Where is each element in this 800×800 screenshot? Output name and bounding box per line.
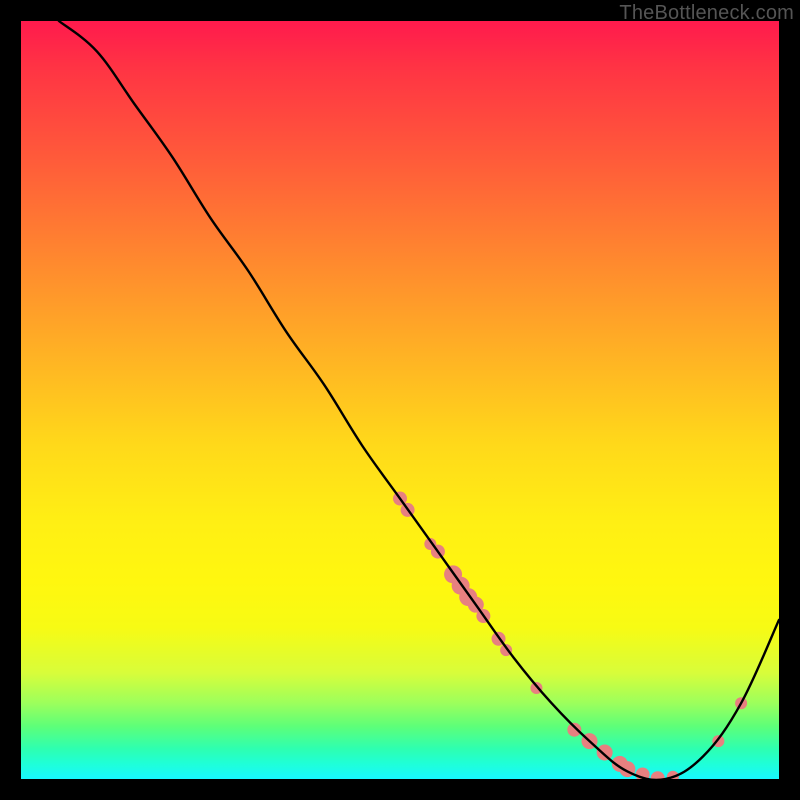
chart-svg [21,21,779,779]
bottleneck-curve [59,21,779,779]
watermark-text: TheBottleneck.com [619,2,794,25]
markers-layer [393,492,747,779]
highlight-marker [651,771,665,779]
highlight-marker [567,723,581,737]
